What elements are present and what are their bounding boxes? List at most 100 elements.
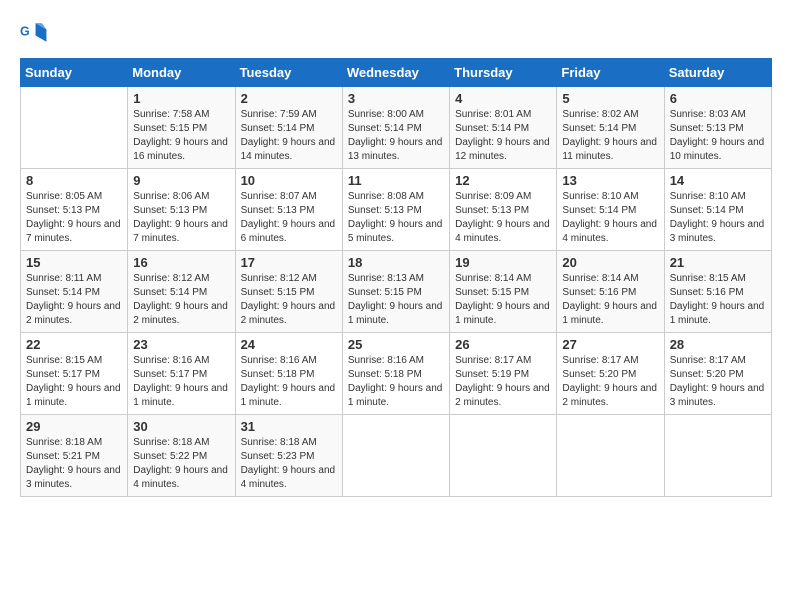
day-info: Sunrise: 8:16 AM Sunset: 5:18 PM Dayligh… — [348, 354, 444, 410]
calendar-cell: 6 Sunrise: 8:03 AM Sunset: 5:13 PM Dayli… — [664, 87, 771, 169]
calendar-cell: 21 Sunrise: 8:15 AM Sunset: 5:16 PM Dayl… — [664, 251, 771, 333]
day-number: 21 — [670, 255, 766, 270]
calendar-cell: 30 Sunrise: 8:18 AM Sunset: 5:22 PM Dayl… — [128, 415, 235, 497]
calendar-cell: 22 Sunrise: 8:15 AM Sunset: 5:17 PM Dayl… — [21, 333, 128, 415]
week-row-1: 1 Sunrise: 7:58 AM Sunset: 5:15 PM Dayli… — [21, 87, 772, 169]
day-number: 20 — [562, 255, 658, 270]
calendar-cell: 5 Sunrise: 8:02 AM Sunset: 5:14 PM Dayli… — [557, 87, 664, 169]
day-number: 15 — [26, 255, 122, 270]
day-number: 17 — [241, 255, 337, 270]
day-number: 28 — [670, 337, 766, 352]
header-monday: Monday — [128, 59, 235, 87]
calendar: SundayMondayTuesdayWednesdayThursdayFrid… — [20, 58, 772, 497]
day-info: Sunrise: 8:18 AM Sunset: 5:21 PM Dayligh… — [26, 436, 122, 492]
calendar-header-row: SundayMondayTuesdayWednesdayThursdayFrid… — [21, 59, 772, 87]
header-friday: Friday — [557, 59, 664, 87]
day-number: 13 — [562, 173, 658, 188]
day-info: Sunrise: 8:06 AM Sunset: 5:13 PM Dayligh… — [133, 190, 229, 246]
page-header: G — [20, 20, 772, 48]
day-number: 12 — [455, 173, 551, 188]
day-number: 25 — [348, 337, 444, 352]
day-info: Sunrise: 8:00 AM Sunset: 5:14 PM Dayligh… — [348, 108, 444, 164]
day-info: Sunrise: 8:14 AM Sunset: 5:15 PM Dayligh… — [455, 272, 551, 328]
day-info: Sunrise: 8:16 AM Sunset: 5:18 PM Dayligh… — [241, 354, 337, 410]
day-number: 5 — [562, 91, 658, 106]
day-info: Sunrise: 8:15 AM Sunset: 5:16 PM Dayligh… — [670, 272, 766, 328]
calendar-cell: 11 Sunrise: 8:08 AM Sunset: 5:13 PM Dayl… — [342, 169, 449, 251]
day-number: 1 — [133, 91, 229, 106]
day-number: 29 — [26, 419, 122, 434]
calendar-cell: 4 Sunrise: 8:01 AM Sunset: 5:14 PM Dayli… — [450, 87, 557, 169]
day-info: Sunrise: 8:11 AM Sunset: 5:14 PM Dayligh… — [26, 272, 122, 328]
day-number: 27 — [562, 337, 658, 352]
day-info: Sunrise: 8:07 AM Sunset: 5:13 PM Dayligh… — [241, 190, 337, 246]
week-row-5: 29 Sunrise: 8:18 AM Sunset: 5:21 PM Dayl… — [21, 415, 772, 497]
day-number: 24 — [241, 337, 337, 352]
header-saturday: Saturday — [664, 59, 771, 87]
calendar-cell: 23 Sunrise: 8:16 AM Sunset: 5:17 PM Dayl… — [128, 333, 235, 415]
calendar-cell: 10 Sunrise: 8:07 AM Sunset: 5:13 PM Dayl… — [235, 169, 342, 251]
week-row-3: 15 Sunrise: 8:11 AM Sunset: 5:14 PM Dayl… — [21, 251, 772, 333]
calendar-cell: 26 Sunrise: 8:17 AM Sunset: 5:19 PM Dayl… — [450, 333, 557, 415]
calendar-cell: 31 Sunrise: 8:18 AM Sunset: 5:23 PM Dayl… — [235, 415, 342, 497]
day-number: 6 — [670, 91, 766, 106]
calendar-cell: 27 Sunrise: 8:17 AM Sunset: 5:20 PM Dayl… — [557, 333, 664, 415]
calendar-cell — [557, 415, 664, 497]
calendar-cell — [342, 415, 449, 497]
week-row-2: 8 Sunrise: 8:05 AM Sunset: 5:13 PM Dayli… — [21, 169, 772, 251]
day-info: Sunrise: 8:15 AM Sunset: 5:17 PM Dayligh… — [26, 354, 122, 410]
day-number: 26 — [455, 337, 551, 352]
day-number: 30 — [133, 419, 229, 434]
day-info: Sunrise: 8:17 AM Sunset: 5:20 PM Dayligh… — [670, 354, 766, 410]
calendar-cell: 16 Sunrise: 8:12 AM Sunset: 5:14 PM Dayl… — [128, 251, 235, 333]
calendar-cell: 13 Sunrise: 8:10 AM Sunset: 5:14 PM Dayl… — [557, 169, 664, 251]
day-info: Sunrise: 8:09 AM Sunset: 5:13 PM Dayligh… — [455, 190, 551, 246]
calendar-cell: 29 Sunrise: 8:18 AM Sunset: 5:21 PM Dayl… — [21, 415, 128, 497]
day-number: 2 — [241, 91, 337, 106]
calendar-cell: 12 Sunrise: 8:09 AM Sunset: 5:13 PM Dayl… — [450, 169, 557, 251]
day-info: Sunrise: 8:14 AM Sunset: 5:16 PM Dayligh… — [562, 272, 658, 328]
day-number: 23 — [133, 337, 229, 352]
day-number: 4 — [455, 91, 551, 106]
calendar-cell — [21, 87, 128, 169]
calendar-cell: 28 Sunrise: 8:17 AM Sunset: 5:20 PM Dayl… — [664, 333, 771, 415]
svg-text:G: G — [20, 25, 30, 39]
calendar-cell: 17 Sunrise: 8:12 AM Sunset: 5:15 PM Dayl… — [235, 251, 342, 333]
day-info: Sunrise: 8:05 AM Sunset: 5:13 PM Dayligh… — [26, 190, 122, 246]
calendar-cell: 2 Sunrise: 7:59 AM Sunset: 5:14 PM Dayli… — [235, 87, 342, 169]
day-info: Sunrise: 8:08 AM Sunset: 5:13 PM Dayligh… — [348, 190, 444, 246]
header-sunday: Sunday — [21, 59, 128, 87]
day-number: 11 — [348, 173, 444, 188]
calendar-cell: 8 Sunrise: 8:05 AM Sunset: 5:13 PM Dayli… — [21, 169, 128, 251]
header-tuesday: Tuesday — [235, 59, 342, 87]
day-info: Sunrise: 8:10 AM Sunset: 5:14 PM Dayligh… — [670, 190, 766, 246]
day-info: Sunrise: 8:02 AM Sunset: 5:14 PM Dayligh… — [562, 108, 658, 164]
day-number: 16 — [133, 255, 229, 270]
day-number: 10 — [241, 173, 337, 188]
calendar-cell: 19 Sunrise: 8:14 AM Sunset: 5:15 PM Dayl… — [450, 251, 557, 333]
day-number: 3 — [348, 91, 444, 106]
calendar-cell: 3 Sunrise: 8:00 AM Sunset: 5:14 PM Dayli… — [342, 87, 449, 169]
day-info: Sunrise: 8:13 AM Sunset: 5:15 PM Dayligh… — [348, 272, 444, 328]
calendar-cell — [664, 415, 771, 497]
day-info: Sunrise: 8:16 AM Sunset: 5:17 PM Dayligh… — [133, 354, 229, 410]
day-number: 18 — [348, 255, 444, 270]
day-info: Sunrise: 8:01 AM Sunset: 5:14 PM Dayligh… — [455, 108, 551, 164]
day-info: Sunrise: 8:17 AM Sunset: 5:20 PM Dayligh… — [562, 354, 658, 410]
day-number: 22 — [26, 337, 122, 352]
day-number: 31 — [241, 419, 337, 434]
header-wednesday: Wednesday — [342, 59, 449, 87]
day-info: Sunrise: 8:18 AM Sunset: 5:22 PM Dayligh… — [133, 436, 229, 492]
day-info: Sunrise: 8:10 AM Sunset: 5:14 PM Dayligh… — [562, 190, 658, 246]
day-number: 8 — [26, 173, 122, 188]
calendar-cell: 9 Sunrise: 8:06 AM Sunset: 5:13 PM Dayli… — [128, 169, 235, 251]
calendar-cell: 20 Sunrise: 8:14 AM Sunset: 5:16 PM Dayl… — [557, 251, 664, 333]
day-info: Sunrise: 7:59 AM Sunset: 5:14 PM Dayligh… — [241, 108, 337, 164]
day-info: Sunrise: 8:03 AM Sunset: 5:13 PM Dayligh… — [670, 108, 766, 164]
calendar-cell: 14 Sunrise: 8:10 AM Sunset: 5:14 PM Dayl… — [664, 169, 771, 251]
calendar-cell: 15 Sunrise: 8:11 AM Sunset: 5:14 PM Dayl… — [21, 251, 128, 333]
calendar-cell: 18 Sunrise: 8:13 AM Sunset: 5:15 PM Dayl… — [342, 251, 449, 333]
day-info: Sunrise: 8:12 AM Sunset: 5:14 PM Dayligh… — [133, 272, 229, 328]
calendar-cell — [450, 415, 557, 497]
day-info: Sunrise: 8:12 AM Sunset: 5:15 PM Dayligh… — [241, 272, 337, 328]
